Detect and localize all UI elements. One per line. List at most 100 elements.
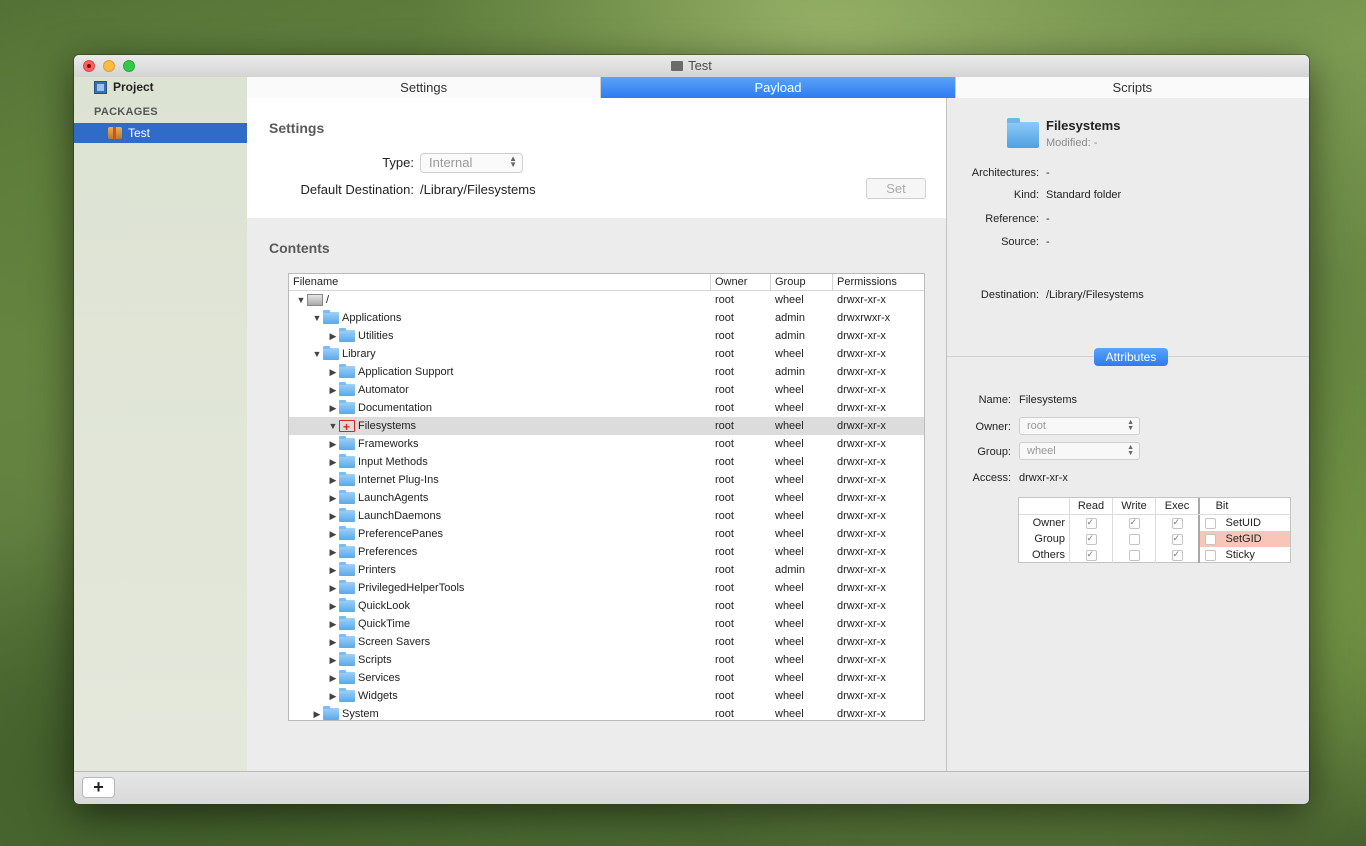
owner-cell: root: [715, 366, 734, 378]
disclosure-closed-icon[interactable]: ▶: [311, 705, 323, 720]
table-row[interactable]: ▶ LaunchDaemons root wheel drwxr-xr-x: [289, 507, 924, 525]
disclosure-closed-icon[interactable]: ▶: [327, 579, 339, 597]
set-button[interactable]: Set: [866, 178, 926, 199]
permissions-cell: drwxr-xr-x: [837, 636, 886, 648]
disclosure-closed-icon[interactable]: ▶: [327, 435, 339, 453]
write-checkbox[interactable]: [1128, 533, 1140, 545]
table-row[interactable]: ▶ Preferences root wheel drwxr-xr-x: [289, 543, 924, 561]
column-header-owner[interactable]: Owner: [711, 274, 771, 290]
table-row[interactable]: ▶ PreferencePanes root wheel drwxr-xr-x: [289, 525, 924, 543]
filename: Application Support: [358, 366, 454, 378]
disclosure-closed-icon[interactable]: ▶: [327, 453, 339, 471]
table-row[interactable]: ▶ Documentation root wheel drwxr-xr-x: [289, 399, 924, 417]
table-row[interactable]: ▶ Utilities root admin drwxr-xr-x: [289, 327, 924, 345]
tab-payload[interactable]: Payload: [601, 77, 956, 98]
disclosure-closed-icon[interactable]: ▶: [327, 489, 339, 507]
table-row[interactable]: ▶ Screen Savers root wheel drwxr-xr-x: [289, 633, 924, 651]
permissions-cell: drwxr-xr-x: [837, 582, 886, 594]
folder-icon: [339, 652, 355, 666]
table-row[interactable]: ▶ Input Methods root wheel drwxr-xr-x: [289, 453, 924, 471]
table-row[interactable]: ▶ Services root wheel drwxr-xr-x: [289, 669, 924, 687]
folder-icon: [339, 562, 355, 576]
disclosure-open-icon[interactable]: ▼: [311, 345, 323, 363]
table-row[interactable]: ▶ Internet Plug-Ins root wheel drwxr-xr-x: [289, 471, 924, 489]
table-row[interactable]: ▶ QuickTime root wheel drwxr-xr-x: [289, 615, 924, 633]
table-row[interactable]: ▶ Printers root admin drwxr-xr-x: [289, 561, 924, 579]
sidebar-item-test-package[interactable]: Test: [74, 123, 247, 143]
add-package-button[interactable]: +: [82, 777, 115, 798]
group-select[interactable]: wheel ▲ ▼: [1019, 442, 1140, 460]
sidebar-item-project[interactable]: Project: [94, 80, 154, 94]
column-header-permissions[interactable]: Permissions: [833, 274, 924, 290]
column-header-group[interactable]: Group: [771, 274, 833, 290]
exec-checkbox[interactable]: [1171, 546, 1183, 562]
disclosure-closed-icon[interactable]: ▶: [327, 525, 339, 543]
table-row[interactable]: ▼ Applications root admin drwxrwxr-x: [289, 309, 924, 327]
disclosure-open-icon[interactable]: ▼: [311, 309, 323, 327]
disclosure-closed-icon[interactable]: ▶: [327, 399, 339, 417]
write-checkbox[interactable]: [1128, 514, 1140, 530]
filename: Automator: [358, 384, 409, 396]
disclosure-closed-icon[interactable]: ▶: [327, 687, 339, 705]
special-bit-checkbox[interactable]: [1205, 517, 1217, 529]
read-checkbox[interactable]: [1085, 514, 1097, 530]
disclosure-open-icon[interactable]: ▼: [327, 417, 339, 435]
disclosure-closed-icon[interactable]: ▶: [327, 669, 339, 687]
disclosure-closed-icon[interactable]: ▶: [327, 597, 339, 615]
zoom-button[interactable]: [123, 60, 135, 72]
group-cell: admin: [775, 330, 805, 342]
disclosure-closed-icon[interactable]: ▶: [327, 561, 339, 579]
disclosure-closed-icon[interactable]: ▶: [327, 507, 339, 525]
table-row[interactable]: ▶ System root wheel drwxr-xr-x: [289, 705, 924, 720]
attributes-button[interactable]: Attributes: [1094, 348, 1168, 366]
disclosure-open-icon[interactable]: ▼: [295, 291, 307, 309]
tab-settings[interactable]: Settings: [247, 77, 602, 98]
owner-value: root: [1027, 420, 1046, 432]
close-button[interactable]: [83, 60, 95, 72]
table-row[interactable]: ▶ LaunchAgents root wheel drwxr-xr-x: [289, 489, 924, 507]
disclosure-closed-icon[interactable]: ▶: [327, 363, 339, 381]
attr-group-label: Group:: [977, 446, 1011, 458]
type-select[interactable]: Internal ▲ ▼: [420, 153, 523, 173]
disclosure-closed-icon[interactable]: ▶: [327, 327, 339, 345]
attr-name-label: Name:: [978, 394, 1011, 406]
special-bit-checkbox[interactable]: [1205, 533, 1217, 545]
write-checkbox[interactable]: [1128, 549, 1140, 561]
disclosure-closed-icon[interactable]: ▶: [327, 615, 339, 633]
exec-checkbox[interactable]: [1171, 530, 1183, 546]
read-checkbox[interactable]: [1085, 530, 1097, 546]
table-row[interactable]: ▼ Filesystems root wheel drwxr-xr-x: [289, 417, 924, 436]
special-bit-checkbox[interactable]: [1205, 549, 1217, 561]
disclosure-closed-icon[interactable]: ▶: [327, 471, 339, 489]
column-header-filename[interactable]: Filename: [289, 274, 711, 290]
table-row[interactable]: ▼ Library root wheel drwxr-xr-x: [289, 345, 924, 363]
disclosure-closed-icon[interactable]: ▶: [327, 543, 339, 561]
table-row[interactable]: ▶ Automator root wheel drwxr-xr-x: [289, 381, 924, 399]
folder-icon: [339, 436, 355, 450]
contents-outline[interactable]: Filename Owner Group Permissions ▼ / root w…: [288, 273, 925, 721]
disclosure-closed-icon[interactable]: ▶: [327, 651, 339, 669]
type-label: Type:: [382, 155, 414, 170]
exec-checkbox[interactable]: [1171, 514, 1183, 530]
table-row[interactable]: ▶ PrivilegedHelperTools root wheel drwxr-xr-…: [289, 579, 924, 597]
table-row[interactable]: ▶ Frameworks root wheel drwxr-xr-x: [289, 435, 924, 453]
minimize-button[interactable]: [103, 60, 115, 72]
read-checkbox[interactable]: [1085, 546, 1097, 562]
disclosure-closed-icon[interactable]: ▶: [327, 633, 339, 651]
table-row[interactable]: ▶ Application Support root admin drwxr-xr-x: [289, 363, 924, 381]
permissions-cell: drwxr-xr-x: [837, 492, 886, 504]
permission-row-label: Others: [1031, 549, 1065, 561]
tab-scripts[interactable]: Scripts: [956, 77, 1309, 98]
disclosure-closed-icon[interactable]: ▶: [327, 381, 339, 399]
table-row[interactable]: ▼ / root wheel drwxr-xr-x: [289, 291, 924, 309]
folder-icon: [339, 670, 355, 684]
owner-cell: root: [715, 312, 734, 324]
table-row[interactable]: ▶ QuickLook root wheel drwxr-xr-x: [289, 597, 924, 615]
attr-owner-label: Owner:: [975, 421, 1011, 433]
table-row[interactable]: ▶ Scripts root wheel drwxr-xr-x: [289, 651, 924, 669]
owner-select[interactable]: root ▲ ▼: [1019, 417, 1140, 435]
architectures-label: Architectures:: [971, 167, 1039, 179]
table-row[interactable]: ▶ Widgets root wheel drwxr-xr-x: [289, 687, 924, 705]
permissions-cell: drwxr-xr-x: [837, 366, 886, 378]
permissions-header: Read Write Exec Bit: [1019, 498, 1290, 515]
